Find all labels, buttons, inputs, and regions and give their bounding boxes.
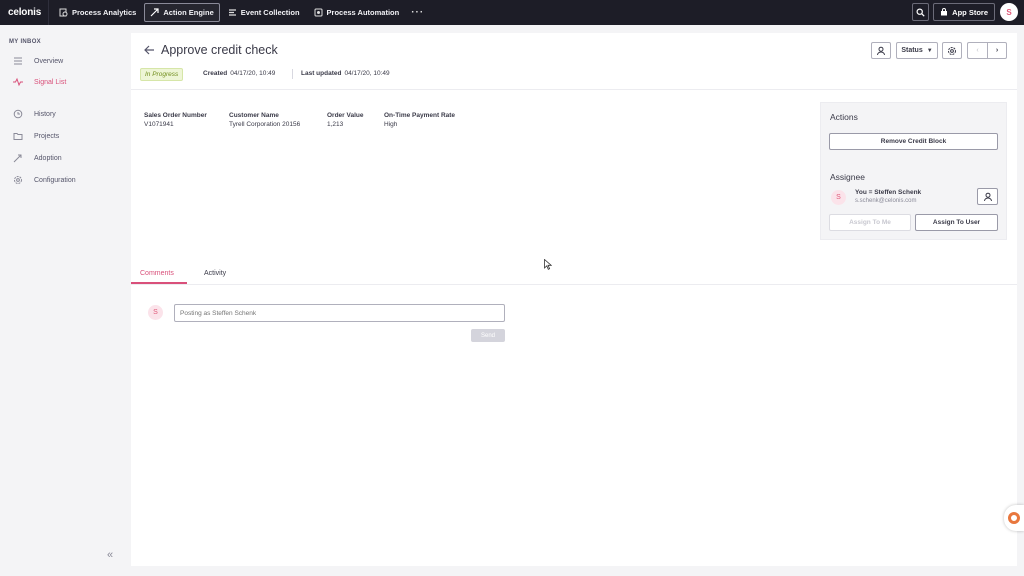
change-assignee-button[interactable]: [977, 188, 998, 205]
assignee-avatar: S: [831, 190, 846, 205]
settings-button[interactable]: [942, 42, 962, 59]
tab-activity[interactable]: Activity: [204, 270, 226, 277]
lifebuoy-icon: [1008, 512, 1020, 524]
app-store-button[interactable]: App Store: [933, 3, 995, 21]
sidebar-item-label: Adoption: [34, 154, 62, 162]
pulse-icon: [13, 77, 23, 87]
previous-item-button[interactable]: ‹: [967, 42, 987, 59]
automation-icon: [314, 8, 323, 17]
assignee-email: s.schenk@celonis.com: [855, 198, 917, 204]
sidebar-item-label: Projects: [34, 132, 60, 140]
field-value: High: [384, 121, 398, 128]
action-engine-icon: [150, 8, 159, 17]
search-button[interactable]: [912, 3, 930, 21]
person-assign-icon: [983, 192, 992, 201]
sidebar-item-projects[interactable]: Projects: [13, 129, 59, 143]
more-menu-icon[interactable]: ···: [411, 7, 424, 18]
store-icon: [940, 8, 948, 16]
folder-icon: [13, 131, 23, 141]
updated-label: Last updated: [301, 70, 342, 77]
field-order-value: Order Value 1,213: [327, 111, 364, 129]
tab-divider: [131, 284, 1017, 285]
field-value: 1,213: [327, 121, 344, 128]
sidebar-item-configuration[interactable]: Configuration: [13, 173, 76, 187]
chevron-left-icon: ‹: [976, 47, 979, 54]
assignee-name: You = Steffen Schenk: [855, 189, 922, 196]
sidebar-item-label: Signal List: [34, 78, 67, 86]
sidebar-item-overview[interactable]: Overview: [13, 54, 63, 68]
nav-process-analytics[interactable]: Process Analytics: [53, 3, 142, 22]
nav-label: Action Engine: [163, 8, 214, 17]
comment-input[interactable]: [174, 304, 505, 322]
created-label: Created: [203, 70, 228, 77]
sidebar-item-label: Overview: [34, 57, 64, 65]
search-icon: [916, 8, 925, 17]
header-divider: [131, 89, 1017, 90]
nav-label: Process Analytics: [72, 8, 137, 17]
actions-panel: Actions Remove Credit Block Assignee S Y…: [820, 102, 1007, 240]
history-icon: [13, 109, 23, 119]
assign-to-me-button[interactable]: Assign To Me: [829, 214, 911, 231]
nav-event-collection[interactable]: Event Collection: [222, 3, 306, 22]
back-arrow-icon[interactable]: [143, 44, 155, 59]
help-widget-button[interactable]: [1004, 505, 1024, 531]
top-right-controls: App Store S: [912, 3, 1018, 21]
sidebar-item-adoption[interactable]: Adoption: [13, 151, 62, 165]
assignee-heading: Assignee: [830, 172, 865, 182]
status-label: Status: [901, 47, 923, 54]
nav-label: Process Automation: [326, 8, 400, 17]
field-value: V1071941: [144, 121, 174, 128]
sidebar-item-label: History: [34, 110, 56, 118]
field-on-time-payment-rate: On-Time Payment Rate High: [384, 111, 455, 129]
updated-value: 04/17/20, 10:49: [344, 70, 390, 77]
commenter-avatar: S: [148, 305, 163, 320]
process-analytics-icon: [59, 8, 68, 17]
next-item-button[interactable]: ›: [987, 42, 1007, 59]
sidebar-item-signal-list[interactable]: Signal List: [13, 75, 66, 89]
person-assign-icon: [877, 46, 885, 55]
field-customer-name: Customer Name Tyrell Corporation 20156: [229, 111, 300, 129]
created-meta: Created 04/17/20, 10:49: [203, 70, 275, 77]
sidebar-item-history[interactable]: History: [13, 107, 56, 121]
assign-to-user-button[interactable]: Assign To User: [915, 214, 998, 231]
actions-heading: Actions: [830, 112, 858, 122]
assign-user-button[interactable]: [871, 42, 891, 59]
user-avatar[interactable]: S: [1000, 3, 1018, 21]
mouse-cursor-icon: [544, 258, 553, 273]
tab-comments[interactable]: Comments: [140, 270, 174, 277]
field-sales-order-number: Sales Order Number V1071941: [144, 111, 207, 129]
send-button[interactable]: Send: [471, 329, 505, 342]
overview-icon: [13, 56, 23, 66]
celonis-logo[interactable]: celonis: [0, 7, 48, 18]
field-label: Order Value: [327, 112, 364, 119]
field-label: On-Time Payment Rate: [384, 112, 456, 119]
updated-meta: Last updated 04/17/20, 10:49: [301, 70, 390, 77]
field-label: Sales Order Number: [144, 112, 207, 119]
adoption-icon: [13, 153, 23, 163]
main-content: Approve credit check Status ▼ ‹ › In Pro…: [131, 33, 1017, 566]
created-value: 04/17/20, 10:49: [230, 70, 276, 77]
nav-process-automation[interactable]: Process Automation: [308, 3, 406, 22]
sidebar: MY INBOX Overview Signal List History Pr…: [0, 25, 131, 576]
chevron-down-icon: ▼: [926, 47, 933, 54]
app-store-label: App Store: [952, 7, 988, 17]
status-badge: In Progress: [140, 68, 184, 81]
event-collection-icon: [228, 8, 237, 17]
field-value: Tyrell Corporation 20156: [229, 121, 301, 128]
nav-label: Event Collection: [240, 8, 300, 17]
sidebar-header: MY INBOX: [9, 39, 41, 45]
sidebar-item-label: Configuration: [34, 176, 76, 184]
nav-divider: [48, 0, 49, 25]
meta-divider: [292, 69, 293, 79]
remove-credit-block-button[interactable]: Remove Credit Block: [829, 133, 998, 150]
chevron-right-icon: ›: [995, 47, 999, 54]
field-label: Customer Name: [229, 112, 279, 119]
settings-icon: [13, 175, 23, 185]
gear-icon: [948, 46, 956, 55]
collapse-sidebar-icon[interactable]: «: [107, 549, 113, 561]
status-dropdown[interactable]: Status ▼: [896, 42, 938, 59]
nav-action-engine[interactable]: Action Engine: [144, 3, 220, 22]
top-navigation-bar: celonis Process Analytics Action Engine …: [0, 0, 1024, 25]
page-title: Approve credit check: [161, 43, 278, 57]
